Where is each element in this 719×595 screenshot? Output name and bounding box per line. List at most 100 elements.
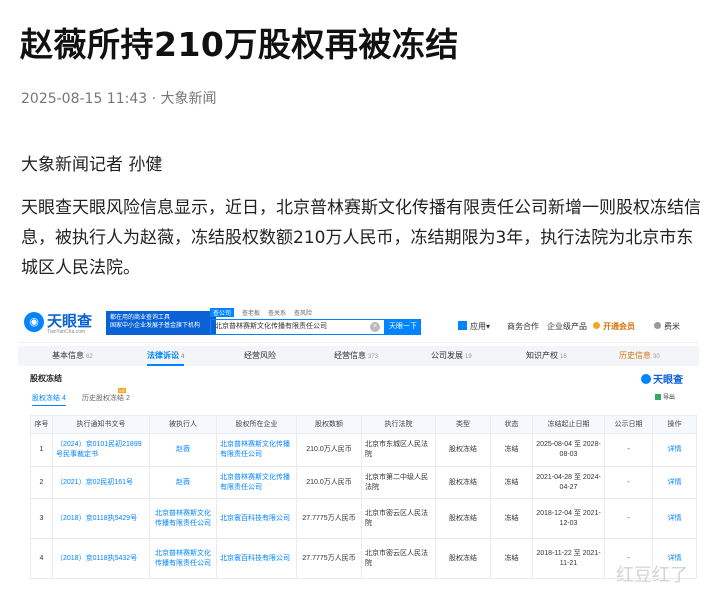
tab-operating-risk[interactable]: 经营风险 — [244, 346, 278, 366]
cell-person-link[interactable]: 赵薇 — [149, 433, 217, 467]
cell-status: 冻结 — [490, 433, 533, 467]
subtab-equity-freeze[interactable]: 股权冻结 4 — [32, 393, 66, 406]
tab-business-info[interactable]: 经营信息 373 — [334, 346, 378, 366]
table-row: 2 （2021）京02民初161号 赵薇 北京普林赛斯文化传播有限责任公司 21… — [30, 466, 697, 499]
vip-badge: VIP — [118, 388, 127, 393]
cell-person-link[interactable]: 赵薇 — [149, 466, 217, 499]
cell-index: 2 — [30, 466, 53, 499]
watermark: 红豆红了 — [616, 565, 688, 586]
cell-status: 冻结 — [490, 466, 533, 499]
cell-index: 4 — [30, 538, 53, 579]
slogan-line-1: 都在用的商业查询工具 — [110, 315, 171, 321]
detail-link[interactable]: 详情 — [652, 498, 697, 539]
cell-company-link[interactable]: 北京寰百科技有限公司 — [216, 498, 297, 539]
section-title: 股权冻结 — [30, 374, 62, 383]
clear-icon[interactable]: × — [370, 322, 380, 332]
search-tab-risk[interactable]: 查风险 — [294, 308, 312, 317]
detail-link[interactable]: 详情 — [652, 433, 697, 467]
logo-eye-icon — [641, 374, 651, 384]
cell-amount: 27.7775万人民币 — [296, 498, 362, 539]
logo-eye-icon: ◉ — [24, 312, 44, 332]
slogan-line-2: 国家中小企业发展子基金旗下机构 — [110, 323, 201, 329]
cell-notice-link[interactable]: （2021）京02民初161号 — [52, 466, 150, 499]
excel-icon — [655, 394, 661, 400]
cell-type: 股权冻结 — [435, 433, 491, 467]
brand-logo-right: 天眼查 — [641, 371, 683, 386]
cell-period: 2025-08-04 至 2028-08-03 — [532, 433, 605, 467]
detail-link[interactable]: 详情 — [652, 466, 697, 499]
avatar[interactable] — [654, 322, 661, 329]
search-tabs: 查公司 查老板 查关系 查风险 — [210, 308, 320, 318]
col-header: 类型 — [435, 415, 491, 434]
tab-development[interactable]: 公司发展 19 — [431, 346, 472, 366]
slogan-banner: 都在用的商业查询工具 国家中小企业发展子基金旗下机构 — [106, 311, 216, 335]
cell-amount: 27.7775万人民币 — [296, 538, 362, 579]
cell-period: 2018-11-22 至 2021-11-21 — [532, 538, 605, 579]
cell-company-link[interactable]: 北京普林赛斯文化传播有限责任公司 — [216, 433, 297, 467]
cell-amount: 210.0万人民币 — [296, 466, 362, 499]
tab-history[interactable]: 历史信息 30 — [619, 346, 660, 366]
cell-publish-date: - — [604, 466, 653, 499]
col-header: 序号 — [30, 415, 53, 434]
cell-amount: 210.0万人民币 — [296, 433, 362, 467]
site-logo[interactable]: ◉ 天眼查 TianYanCha.com — [24, 309, 104, 339]
crown-icon — [593, 322, 600, 329]
article-byline: 大象新闻记者 孙健 — [21, 155, 163, 175]
cell-index: 1 — [30, 433, 53, 467]
search-button[interactable]: 天眼一下 — [385, 319, 421, 335]
cell-status: 冻结 — [490, 498, 533, 539]
cell-type: 股权冻结 — [435, 466, 491, 499]
table-row: 1 （2024）京0101民初21899号民事裁定书 赵薇 北京普林赛斯文化传播… — [30, 433, 697, 467]
cell-type: 股权冻结 — [435, 498, 491, 539]
cell-person-link[interactable]: 北京普林赛斯文化传播有限责任公司 — [149, 498, 217, 539]
table-row: 4 （2018）京0118执5432号 北京普林赛斯文化传播有限责任公司 北京寰… — [30, 538, 697, 579]
logo-subtext: TianYanCha.com — [47, 329, 86, 335]
subtab-history-freeze[interactable]: 历史股权冻结 2 — [82, 393, 130, 403]
cell-company-link[interactable]: 北京普林赛斯文化传播有限责任公司 — [216, 466, 297, 499]
cell-notice-link[interactable]: （2018）京0118执5429号 — [52, 498, 150, 539]
nav-user[interactable]: 费米 — [664, 321, 680, 332]
cell-company-link[interactable]: 北京寰百科技有限公司 — [216, 538, 297, 579]
tab-legal[interactable]: 法律诉讼 4 — [147, 346, 185, 366]
cell-notice-link[interactable]: （2024）京0101民初21899号民事裁定书 — [52, 433, 150, 467]
cell-publish-date: - — [604, 498, 653, 539]
export-button[interactable]: 导出 — [655, 392, 675, 401]
col-header: 股权数额 — [296, 415, 362, 434]
nav-app-label: 应用 — [470, 322, 486, 331]
grid-icon — [458, 321, 467, 330]
article-meta: 2025-08-15 11:43 · 大象新闻 — [21, 91, 217, 107]
cell-period: 2021-04-28 至 2024-04-27 — [532, 466, 605, 499]
search-input[interactable]: 北京普林赛斯文化传播有限责任公司 — [210, 319, 385, 335]
cell-court: 北京市东城区人民法院 — [361, 433, 436, 467]
col-header: 冻结起止日期 — [532, 415, 605, 434]
col-header: 被执行人 — [149, 415, 217, 434]
tab-basic-info[interactable]: 基本信息 62 — [52, 346, 93, 366]
cell-type: 股权冻结 — [435, 538, 491, 579]
cell-notice-link[interactable]: （2018）京0118执5432号 — [52, 538, 150, 579]
nav-enterprise[interactable]: 企业级产品 — [547, 321, 587, 332]
cell-publish-date: - — [604, 433, 653, 467]
cell-court: 北京市密云区人民法院 — [361, 498, 436, 539]
col-header: 状态 — [490, 415, 533, 434]
cell-period: 2018-12-04 至 2021-12-03 — [532, 498, 605, 539]
cell-person-link[interactable]: 北京普林赛斯文化传播有限责任公司 — [149, 538, 217, 579]
search-tab-relation[interactable]: 查关系 — [268, 308, 286, 317]
logo-text: 天眼查 — [47, 313, 93, 330]
col-header: 公示日期 — [604, 415, 653, 434]
nav-vip[interactable]: 开通会员 — [603, 321, 635, 332]
nav-app[interactable]: 应用▾ — [470, 321, 490, 332]
cell-index: 3 — [30, 498, 53, 539]
cell-court: 北京市密云区人民法院 — [361, 538, 436, 579]
company-tabs: 基本信息 62 法律诉讼 4 经营风险 经营信息 373 公司发展 19 知识产权 16 … — [18, 346, 699, 366]
cell-status: 冻结 — [490, 538, 533, 579]
col-header: 操作 — [652, 415, 697, 434]
tab-ip[interactable]: 知识产权 16 — [526, 346, 567, 366]
search-tab-boss[interactable]: 查老板 — [242, 308, 260, 317]
search-tab-company[interactable]: 查公司 — [210, 308, 235, 317]
site-header: ◉ 天眼查 TianYanCha.com 都在用的商业查询工具 国家中小企业发展… — [18, 305, 699, 343]
col-header: 执行法院 — [361, 415, 436, 434]
article-title: 赵薇所持210万股权再被冻结 — [20, 25, 459, 64]
embedded-screenshot: ◉ 天眼查 TianYanCha.com 都在用的商业查询工具 国家中小企业发展… — [18, 305, 699, 595]
cell-court: 北京市第二中级人民法院 — [361, 466, 436, 499]
nav-business[interactable]: 商务合作 — [507, 321, 539, 332]
